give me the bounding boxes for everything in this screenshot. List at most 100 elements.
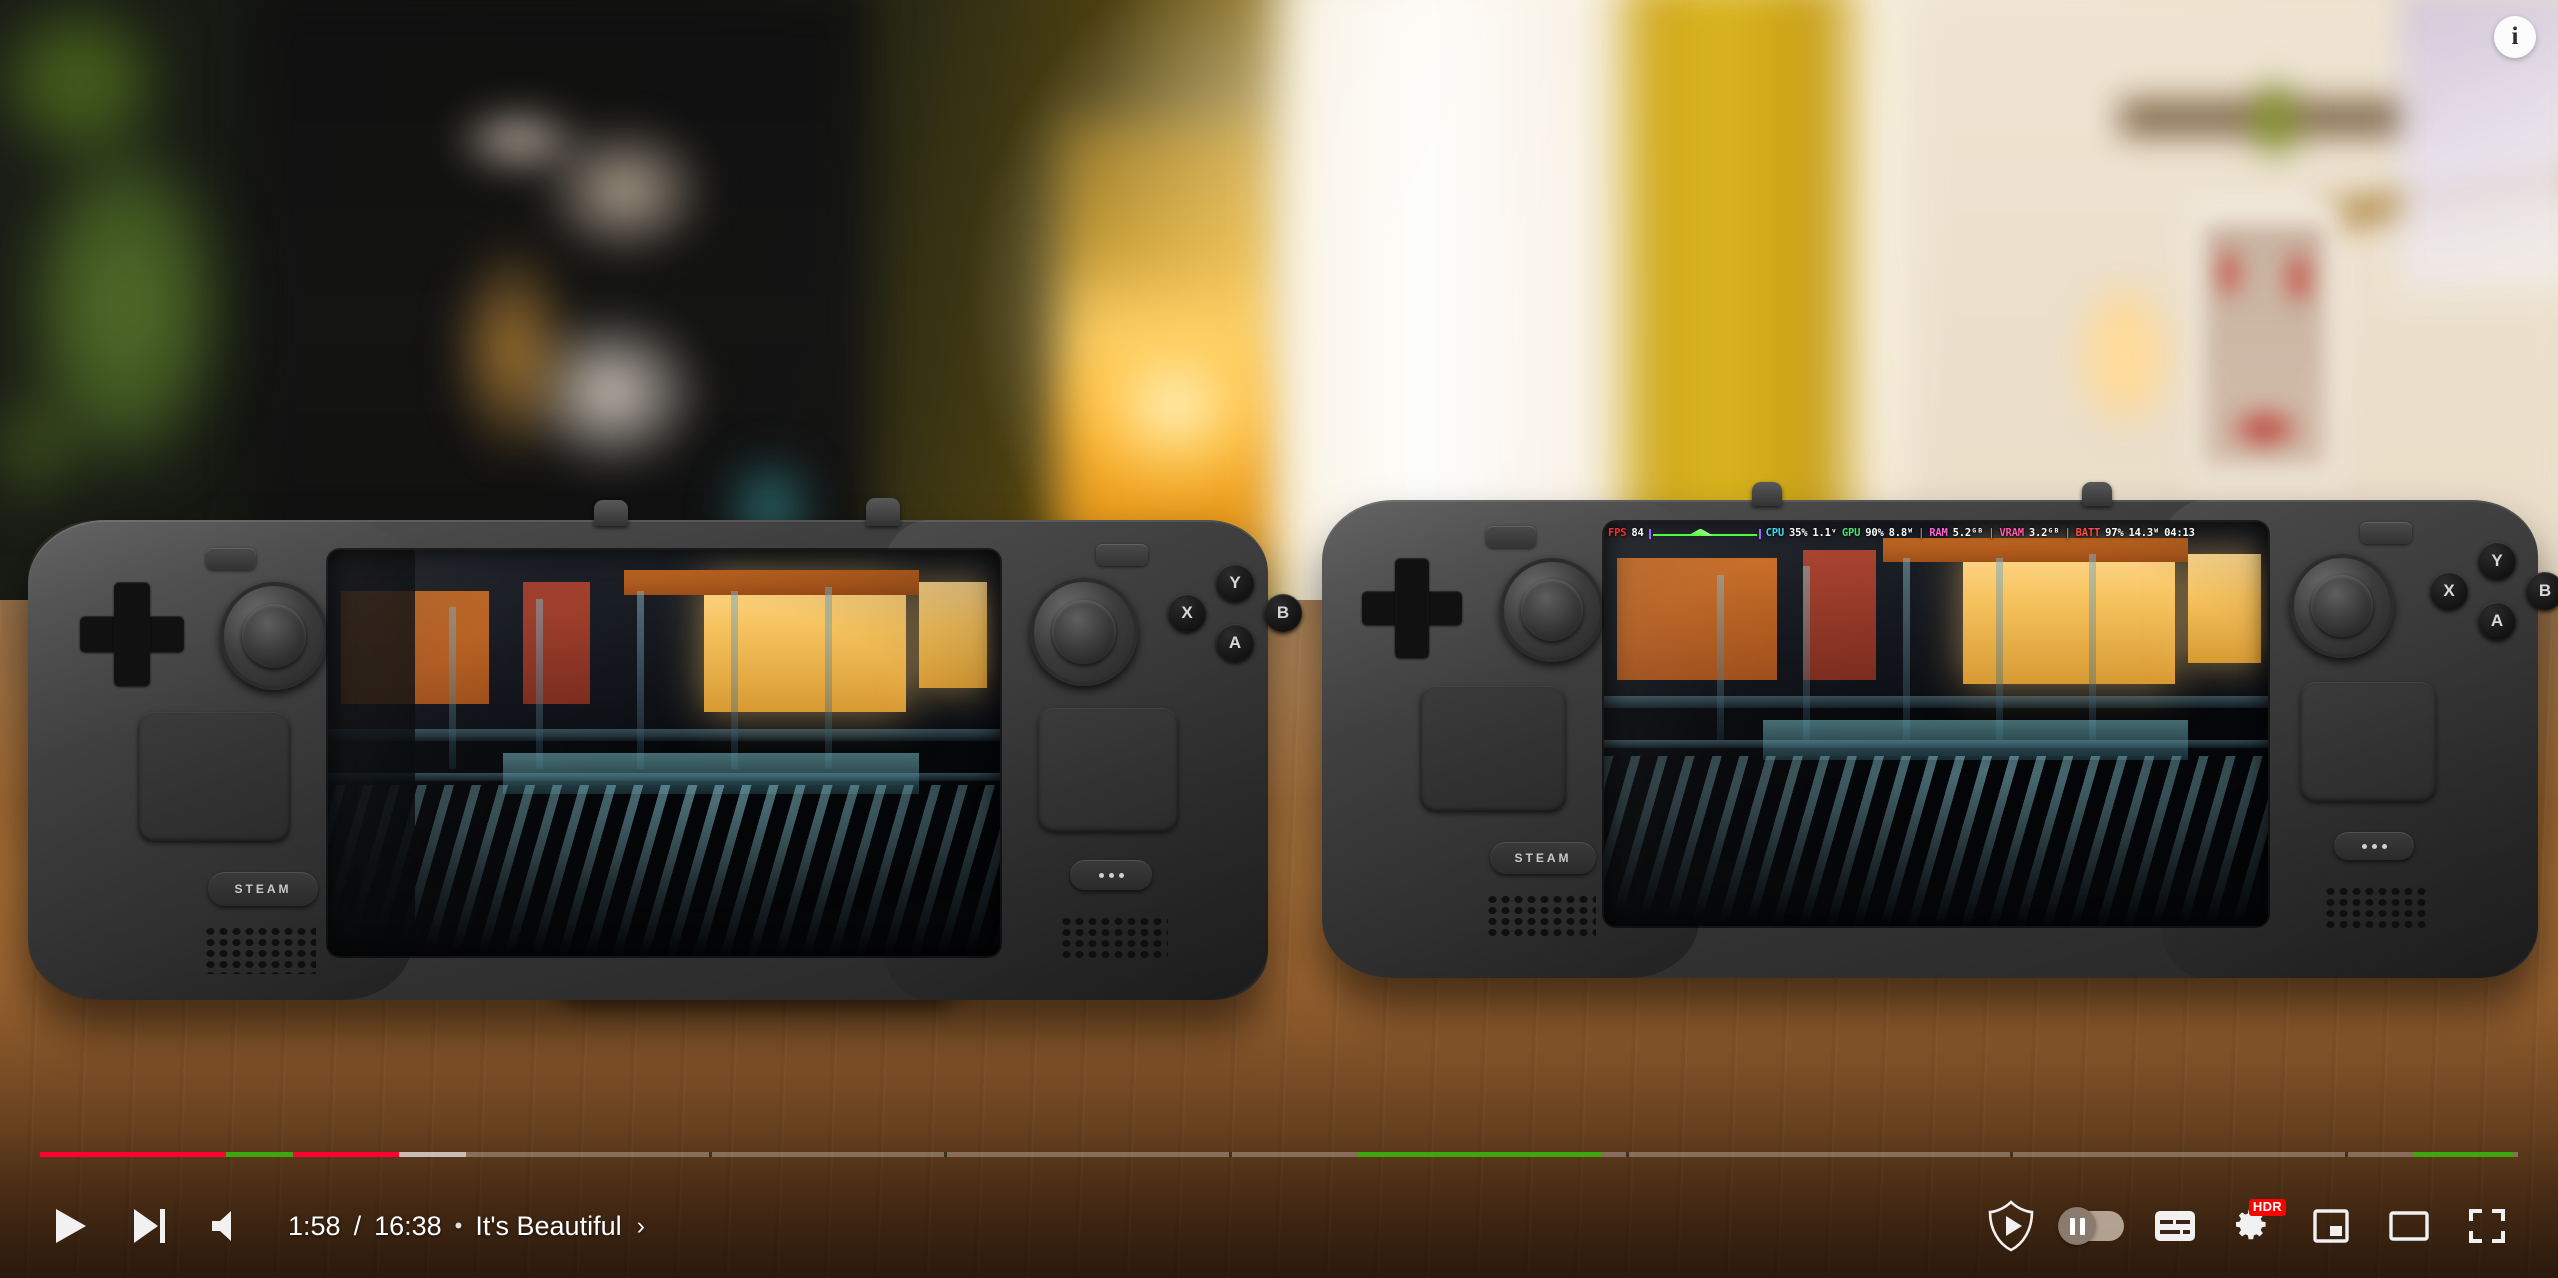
- button-a-2[interactable]: A: [2478, 602, 2516, 640]
- player-left-controls: 1:58 / 16:38 • It's Beautiful ›: [32, 1187, 645, 1265]
- perf-batt-label: BATT: [2075, 527, 2101, 540]
- video-player-stage: Y X B A STEAM Y X B A STEAM FPS 84 CPU 3…: [0, 0, 2558, 1278]
- view-button-2[interactable]: [1486, 526, 1536, 548]
- right-device-screen: FPS 84 CPU 35% 1.1ᵛ GPU 90% 8.8ᵂ | RAM 5…: [1604, 522, 2268, 926]
- right-speaker-grille: [1060, 916, 1168, 962]
- autoplay-toggle[interactable]: [2050, 1187, 2136, 1265]
- perf-batt-time: 04:13: [2164, 527, 2195, 540]
- perf-batt-percent: 97%: [2105, 527, 2124, 540]
- perf-fps-value: 84: [1631, 527, 1644, 540]
- perf-ram-label: RAM: [1929, 527, 1948, 540]
- chapter-title[interactable]: It's Beautiful: [475, 1211, 621, 1242]
- perf-batt-power: 14.3ᵂ: [2128, 527, 2160, 540]
- player-control-bar: 1:58 / 16:38 • It's Beautiful › HDR: [0, 1128, 2558, 1278]
- progress-bar[interactable]: [40, 1152, 2518, 1157]
- floor-lamp-glow: [1030, 280, 1320, 530]
- progress-segment-played: [292, 1152, 400, 1157]
- button-x-2[interactable]: X: [2430, 572, 2468, 610]
- next-video-button[interactable]: [110, 1187, 188, 1265]
- chapter-divider: [2344, 1152, 2348, 1157]
- info-icon[interactable]: i: [2494, 16, 2536, 58]
- perf-gpu-usage: 90%: [1865, 527, 1884, 540]
- perf-sep-1: |: [1918, 527, 1925, 540]
- dpad-2[interactable]: [1362, 558, 1462, 658]
- table-lamp: [2060, 255, 2190, 455]
- perf-fps-label: FPS: [1608, 527, 1627, 540]
- hdr-badge: HDR: [2248, 1199, 2286, 1216]
- left-thumbstick[interactable]: [220, 582, 328, 690]
- autoplay-knob-pause-icon: [2058, 1207, 2096, 1245]
- chapter-divider: [1229, 1152, 1233, 1157]
- button-y[interactable]: Y: [1216, 564, 1254, 602]
- player-buttons: 1:58 / 16:38 • It's Beautiful › HDR: [0, 1174, 2558, 1278]
- house-plant-left: [0, 0, 260, 530]
- perf-cpu-usage: 35%: [1789, 527, 1808, 540]
- bullet-separator: •: [454, 1213, 463, 1238]
- perf-cpu-label: CPU: [1765, 527, 1785, 540]
- right-thumbstick-2[interactable]: [2290, 554, 2394, 658]
- miniplayer-icon[interactable]: [2292, 1187, 2370, 1265]
- screen-glare-right: [1604, 522, 2268, 926]
- left-speaker-grille: [204, 926, 316, 974]
- play-button[interactable]: [32, 1187, 110, 1265]
- perf-cpu-voltage: 1.1ᵛ: [1812, 527, 1837, 540]
- perf-vram-label: VRAM: [1999, 527, 2024, 540]
- left-thumbstick-2[interactable]: [1500, 558, 1604, 662]
- volume-icon[interactable]: [188, 1187, 266, 1265]
- subtitles-icon[interactable]: [2136, 1187, 2214, 1265]
- steam-deck-right: Y X B A STEAM FPS 84 CPU 35% 1.1ᵛ GPU 90…: [1322, 482, 2558, 978]
- perf-sep-2: |: [1988, 527, 1995, 540]
- left-trackpad-2[interactable]: [1420, 686, 1566, 812]
- quick-access-button[interactable]: [1070, 860, 1152, 890]
- fullscreen-icon[interactable]: [2448, 1187, 2526, 1265]
- menu-button[interactable]: [1096, 544, 1148, 566]
- progress-segment-played: [40, 1152, 226, 1157]
- button-y-2[interactable]: Y: [2478, 542, 2516, 580]
- theater-mode-icon[interactable]: [2370, 1187, 2448, 1265]
- premium-shield-icon[interactable]: [1972, 1187, 2050, 1265]
- button-x[interactable]: X: [1168, 594, 1206, 632]
- video-frame: Y X B A STEAM Y X B A STEAM FPS 84 CPU 3…: [0, 0, 2558, 1278]
- left-device-screen: [328, 550, 1000, 956]
- time-separator: /: [353, 1210, 362, 1241]
- right-trackpad-2[interactable]: [2300, 682, 2436, 802]
- chevron-right-icon[interactable]: ›: [637, 1212, 645, 1241]
- progress-segment-buffer: [399, 1152, 467, 1157]
- quick-access-button-2[interactable]: [2334, 832, 2414, 860]
- player-right-controls: HDR: [1972, 1187, 2526, 1265]
- perf-vram-value: 3.2ᴳᴮ: [2028, 527, 2060, 540]
- total-time: 16:38: [374, 1210, 442, 1241]
- button-a[interactable]: A: [1216, 624, 1254, 662]
- progress-segment-sponsor: [2413, 1152, 2514, 1157]
- dpad[interactable]: [80, 582, 184, 686]
- view-button[interactable]: [206, 548, 256, 570]
- autoplay-track: [2058, 1207, 2124, 1245]
- settings-gear-icon[interactable]: HDR: [2214, 1187, 2292, 1265]
- left-shoulder-button[interactable]: [594, 500, 628, 526]
- right-trackpad[interactable]: [1038, 708, 1178, 832]
- time-and-chapter: 1:58 / 16:38 • It's Beautiful ›: [288, 1211, 645, 1242]
- perf-sep-3: |: [2064, 527, 2071, 540]
- right-shoulder-button-2[interactable]: [2082, 482, 2112, 506]
- chapter-divider: [1625, 1152, 1629, 1157]
- button-b[interactable]: B: [1264, 594, 1302, 632]
- menu-button-2[interactable]: [2360, 522, 2412, 544]
- right-thumbstick[interactable]: [1030, 578, 1138, 686]
- chapter-divider: [2010, 1152, 2013, 1157]
- left-trackpad[interactable]: [138, 712, 290, 842]
- current-time: 1:58: [288, 1210, 341, 1241]
- steam-deck-left: Y X B A STEAM: [28, 498, 1302, 1000]
- right-speaker-grille-2: [2324, 886, 2428, 930]
- progress-segment-sponsor: [1358, 1152, 1602, 1157]
- chapter-divider: [944, 1152, 948, 1157]
- wall-poster-artwork: [2205, 225, 2325, 465]
- right-shoulder-button[interactable]: [866, 498, 900, 526]
- steam-button-2[interactable]: STEAM: [1490, 842, 1596, 874]
- progress-segment-sponsor: [225, 1152, 293, 1157]
- perf-fps-graph: [1648, 528, 1761, 539]
- screen-glare-left: [328, 550, 1000, 956]
- left-shoulder-button-2[interactable]: [1752, 482, 1782, 506]
- button-b-2[interactable]: B: [2526, 572, 2558, 610]
- chapter-divider: [709, 1152, 713, 1157]
- steam-button[interactable]: STEAM: [208, 872, 318, 906]
